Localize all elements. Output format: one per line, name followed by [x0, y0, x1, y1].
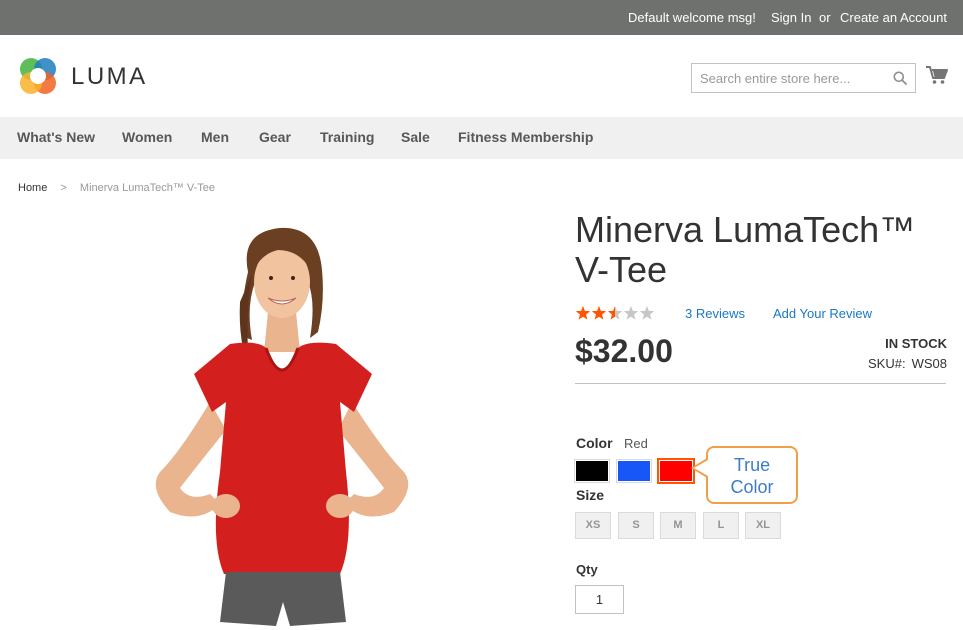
nav-item-gear[interactable]: Gear [259, 129, 291, 145]
swatch-red[interactable] [657, 458, 695, 484]
star-icon [591, 306, 607, 320]
sku-label: SKU#: [868, 356, 906, 371]
divider [575, 383, 946, 384]
or-text: or [819, 10, 831, 25]
sku: SKU#: WS08 [868, 356, 947, 371]
size-option-l[interactable]: L [703, 512, 739, 539]
logo[interactable]: LUMA [17, 55, 157, 97]
sign-in-link[interactable]: Sign In [771, 10, 811, 25]
top-bar: Default welcome msg! Sign In or Create a… [0, 0, 963, 35]
size-label: Size [576, 487, 605, 503]
add-review-link[interactable]: Add Your Review [773, 306, 872, 321]
callout-tail-inner [694, 460, 708, 476]
cart-icon[interactable] [926, 65, 948, 85]
create-account-link[interactable]: Create an Account [840, 10, 947, 25]
breadcrumb-current: Minerva LumaTech™ V-Tee [79, 182, 216, 194]
nav-item-whats-new[interactable]: What's New [17, 129, 95, 145]
nav-item-women[interactable]: Women [122, 129, 172, 145]
sku-value: WS08 [911, 356, 947, 371]
product-image[interactable] [140, 212, 425, 630]
header: LUMA [0, 35, 963, 117]
product-price: $32.00 [575, 333, 673, 369]
true-color-callout: True Color [706, 446, 798, 504]
size-option-m[interactable]: M [660, 512, 696, 539]
nav-item-men[interactable]: Men [201, 129, 229, 145]
logo-text: LUMA [71, 63, 148, 90]
star-icon [639, 306, 655, 320]
rating-stars [575, 306, 655, 320]
star-icon [607, 306, 623, 320]
breadcrumb-separator: > [60, 182, 67, 194]
color-label: Color [576, 435, 613, 451]
size-option-s[interactable]: S [618, 512, 654, 539]
size-option-xs[interactable]: XS [575, 512, 611, 539]
callout-line-1: True [733, 455, 771, 475]
qty-input[interactable] [575, 585, 624, 614]
search-input[interactable] [692, 64, 882, 92]
product-title: Minerva LumaTech™ V-Tee [575, 209, 916, 290]
size-option-xl[interactable]: XL [745, 512, 781, 539]
breadcrumb-home[interactable]: Home [18, 182, 47, 194]
search-box[interactable] [691, 63, 916, 93]
swatch-black[interactable] [574, 459, 610, 483]
qty-label: Qty [576, 562, 598, 577]
swatch-blue[interactable] [616, 459, 652, 483]
stock-status: In stock [885, 336, 947, 351]
welcome-message: Default welcome msg! [628, 10, 756, 25]
main-nav: What's New Women Men Gear Training Sale … [0, 117, 963, 159]
star-icon [575, 306, 591, 320]
search-icon[interactable] [893, 71, 907, 85]
callout-line-2: Color [730, 477, 774, 497]
breadcrumb: Home > Minerva LumaTech™ V-Tee [18, 182, 215, 194]
nav-item-fitness-membership[interactable]: Fitness Membership [458, 129, 593, 145]
reviews-link[interactable]: 3 Reviews [685, 306, 745, 321]
logo-icon [20, 58, 56, 94]
nav-item-training[interactable]: Training [320, 129, 374, 145]
nav-item-sale[interactable]: Sale [401, 129, 430, 145]
star-icon [623, 306, 639, 320]
color-selected-value: Red [624, 436, 648, 451]
